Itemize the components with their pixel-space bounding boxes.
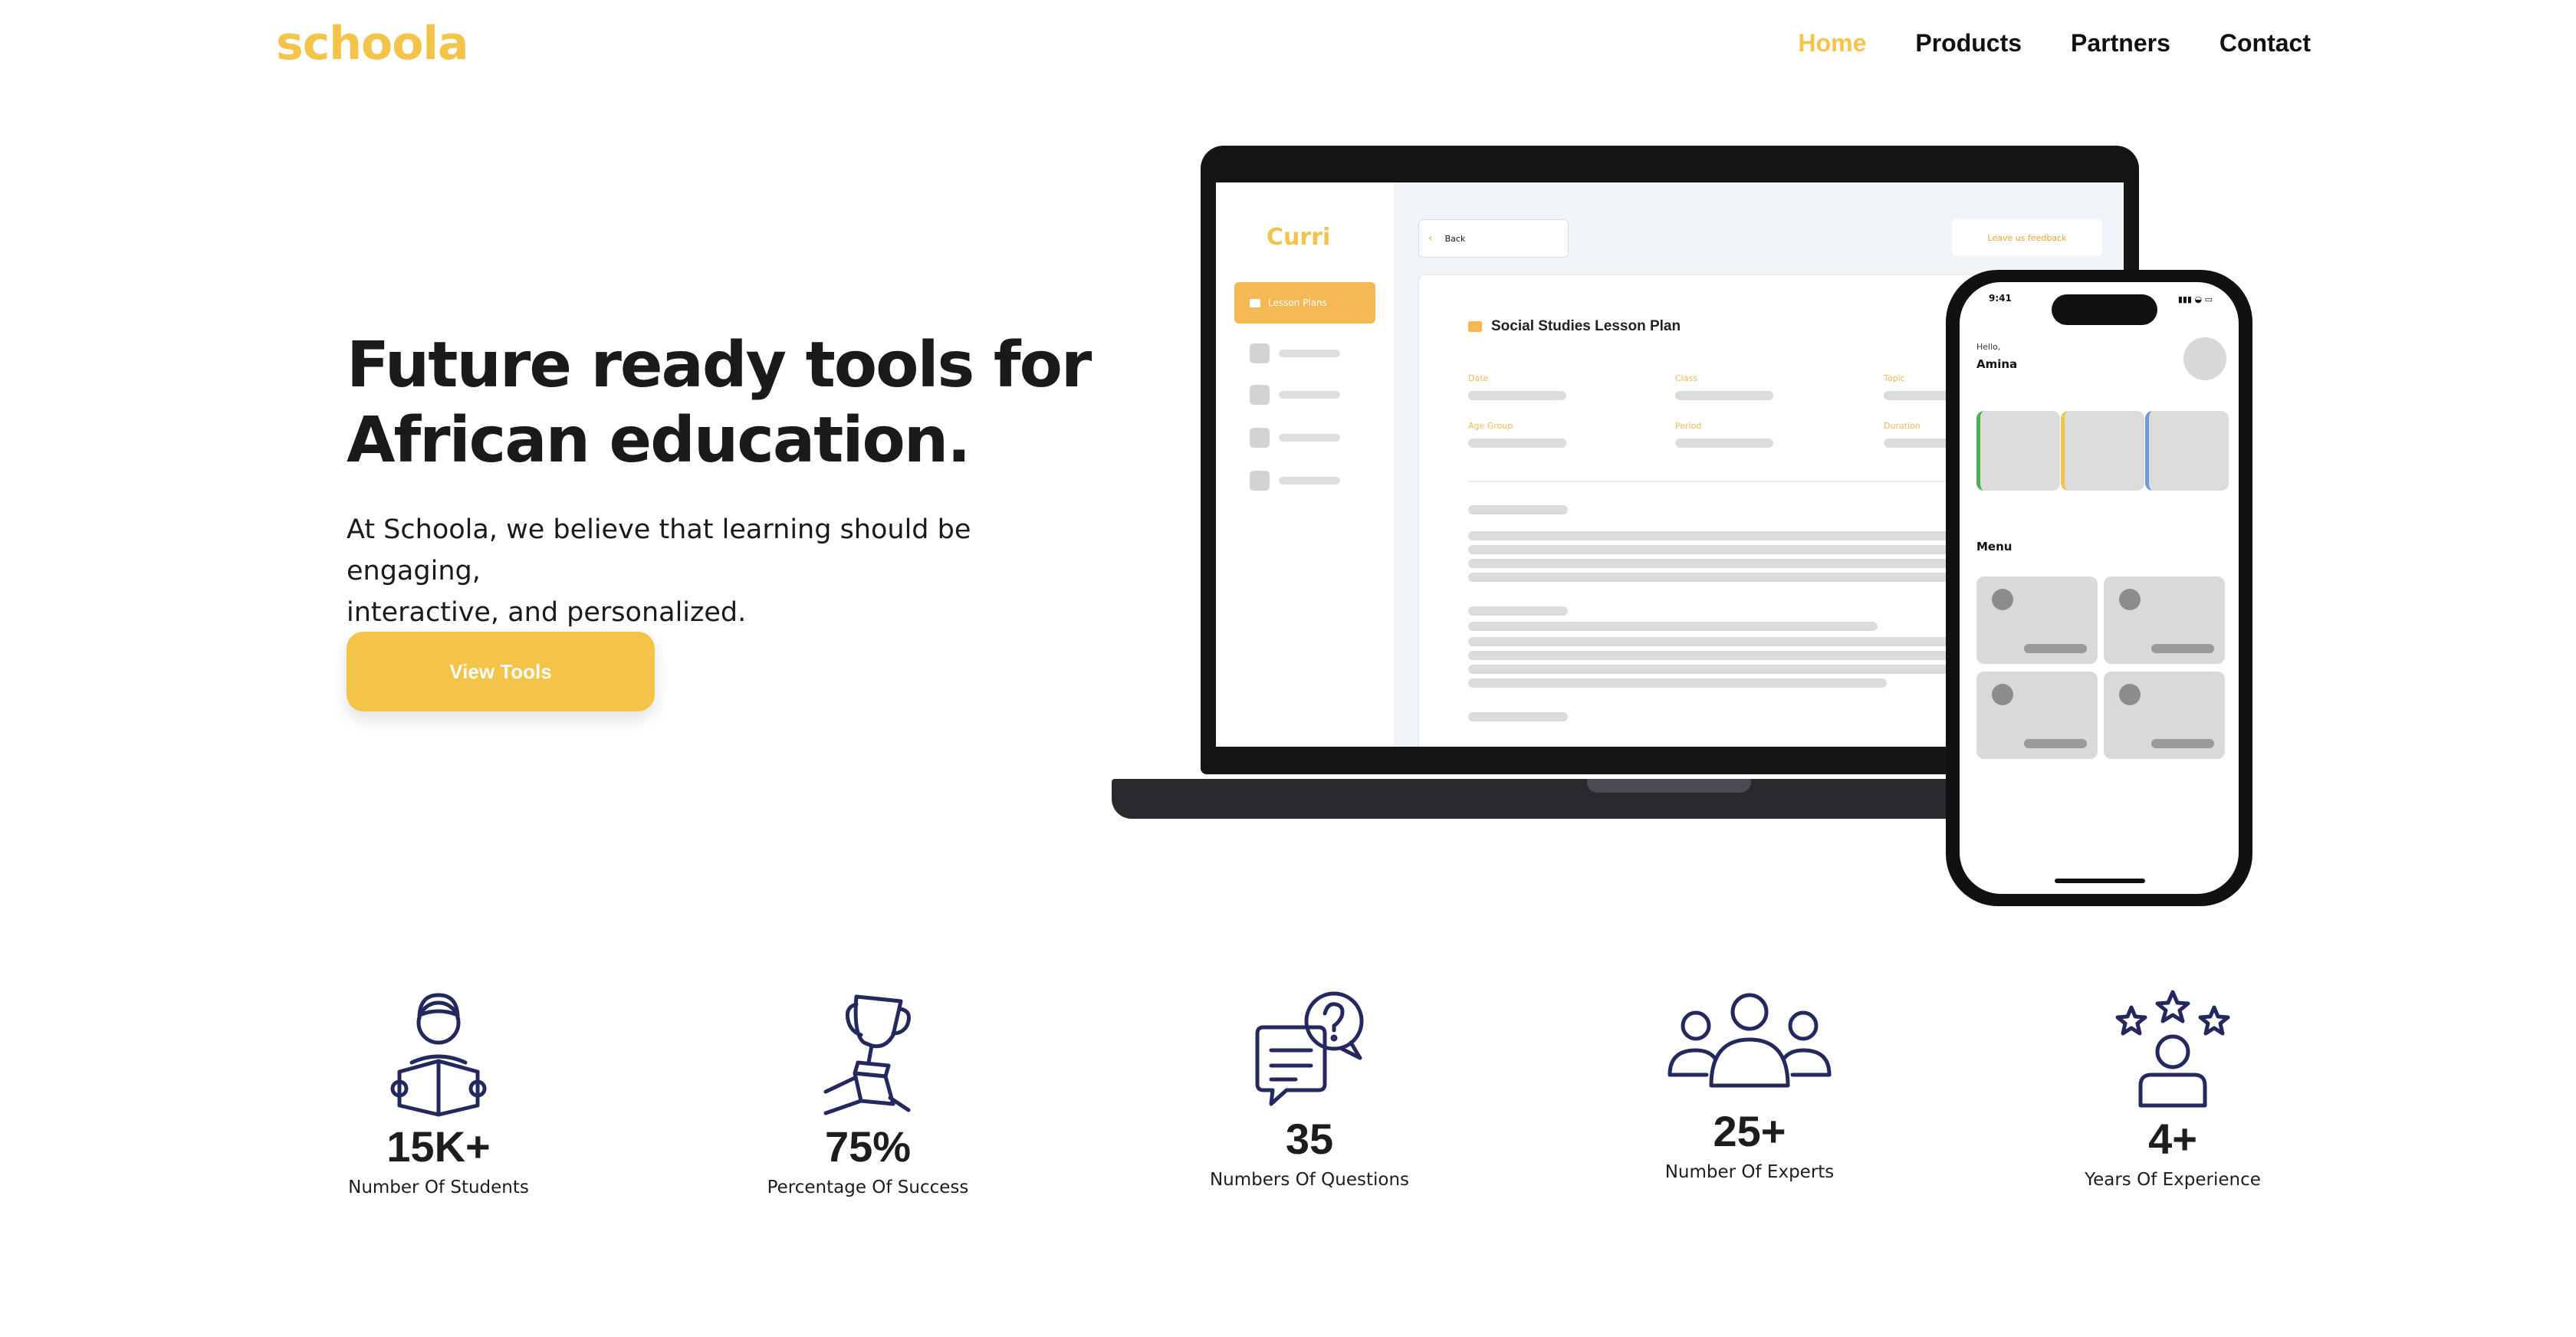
- stat-experience: 4+ Years Of Experience: [2050, 989, 2295, 1190]
- trophy-hand-icon: [823, 994, 911, 1115]
- menu-tile: [1976, 672, 2098, 759]
- hero-subtitle-line1: At Schoola, we believe that learning sho…: [347, 514, 971, 586]
- app-sidebar: Curri Lesson Plans: [1216, 182, 1394, 747]
- stat-questions: 35 Numbers Of Questions: [1187, 989, 1432, 1190]
- avatar: [2183, 337, 2226, 380]
- sidebar-item-label: Lesson Plans: [1268, 297, 1327, 308]
- nav-home[interactable]: Home: [1798, 29, 1866, 57]
- curri-logo: Curri: [1267, 224, 1331, 251]
- sidebar-placeholder: [1250, 343, 1349, 363]
- field-age-group: Age Group: [1468, 421, 1566, 448]
- brand-logo[interactable]: schoola: [276, 17, 468, 71]
- back-label: Back: [1444, 233, 1466, 244]
- user-name: Amina: [1976, 357, 2018, 371]
- stat-value: 75%: [824, 1122, 912, 1171]
- text-placeholder: [1468, 678, 1887, 688]
- stat-label: Number Of Students: [348, 1178, 529, 1197]
- stat-students: 15K+ Number Of Students: [316, 989, 561, 1197]
- stat-value: 35: [1285, 1115, 1334, 1163]
- stat-label: Number Of Experts: [1664, 1162, 1835, 1182]
- hero-subtitle-line2: interactive, and personalized.: [347, 597, 747, 628]
- lesson-plan-title-text: Social Studies Lesson Plan: [1491, 318, 1681, 334]
- menu-tile: [2104, 672, 2225, 759]
- text-placeholder: [1468, 622, 1878, 631]
- chat-question-icon: [1255, 991, 1364, 1106]
- hero-title-line2: African education.: [347, 404, 971, 477]
- student-reading-icon: [390, 993, 487, 1117]
- main-nav: Home Products Partners Contact: [1798, 29, 2311, 57]
- nav-products[interactable]: Products: [1915, 29, 2022, 57]
- field-period: Period: [1675, 421, 1773, 448]
- summary-tile: [2061, 411, 2144, 491]
- stat-success: 75% Percentage Of Success: [745, 989, 991, 1197]
- nav-contact[interactable]: Contact: [2220, 29, 2311, 57]
- chevron-left-icon: ‹: [1428, 232, 1433, 245]
- menu-tile: [1976, 577, 2098, 664]
- back-button: ‹ Back: [1418, 219, 1569, 258]
- home-indicator: [2055, 879, 2145, 883]
- stat-value: 25+: [1713, 1107, 1786, 1155]
- menu-label: Menu: [1976, 540, 2013, 554]
- nav-partners[interactable]: Partners: [2071, 29, 2170, 57]
- field-class: Class: [1675, 373, 1773, 400]
- sidebar-placeholder: [1250, 471, 1349, 491]
- feedback-button: Leave us feedback: [1952, 219, 2102, 256]
- stat-label: Years Of Experience: [2085, 1170, 2261, 1190]
- menu-tile: [2104, 577, 2225, 664]
- stat-experts: 25+ Number Of Experts: [1627, 989, 1872, 1182]
- stat-label: Percentage Of Success: [767, 1178, 969, 1197]
- stat-value: 4+: [2148, 1115, 2197, 1163]
- sidebar-item-lesson-plans: Lesson Plans: [1234, 282, 1375, 324]
- phone-time: 9:41: [1989, 293, 2012, 304]
- view-tools-button[interactable]: View Tools: [347, 632, 655, 711]
- person-stars-icon: [2115, 990, 2230, 1108]
- stat-value: 15K+: [386, 1122, 491, 1171]
- hero-title-line1: Future ready tools for: [347, 329, 1092, 402]
- lesson-plan-title: Social Studies Lesson Plan: [1468, 318, 1681, 335]
- laptop-hinge: [1587, 779, 1751, 793]
- status-icons: ▮▮▮ ◒ ▭: [2177, 294, 2213, 304]
- text-placeholder: [1468, 606, 1568, 616]
- folder-icon: [1250, 298, 1260, 307]
- dynamic-island: [2052, 294, 2157, 325]
- summary-tile: [2145, 411, 2229, 491]
- phone-screen: 9:41 ▮▮▮ ◒ ▭ Hello, Amina Menu: [1960, 282, 2239, 894]
- stat-label: Numbers Of Questions: [1209, 1170, 1410, 1190]
- folder-icon: [1468, 321, 1482, 332]
- summary-tile: [1976, 411, 2060, 491]
- text-placeholder: [1468, 505, 1568, 514]
- hero-title: Future ready tools for African education…: [347, 328, 1113, 478]
- group-people-icon: [1668, 993, 1832, 1088]
- hero-subtitle: At Schoola, we believe that learning sho…: [347, 509, 1113, 633]
- sidebar-placeholder: [1250, 385, 1349, 405]
- sidebar-placeholder: [1250, 428, 1349, 448]
- greeting: Hello,: [1976, 342, 2001, 352]
- field-date: Date: [1468, 373, 1566, 400]
- text-placeholder: [1468, 712, 1568, 721]
